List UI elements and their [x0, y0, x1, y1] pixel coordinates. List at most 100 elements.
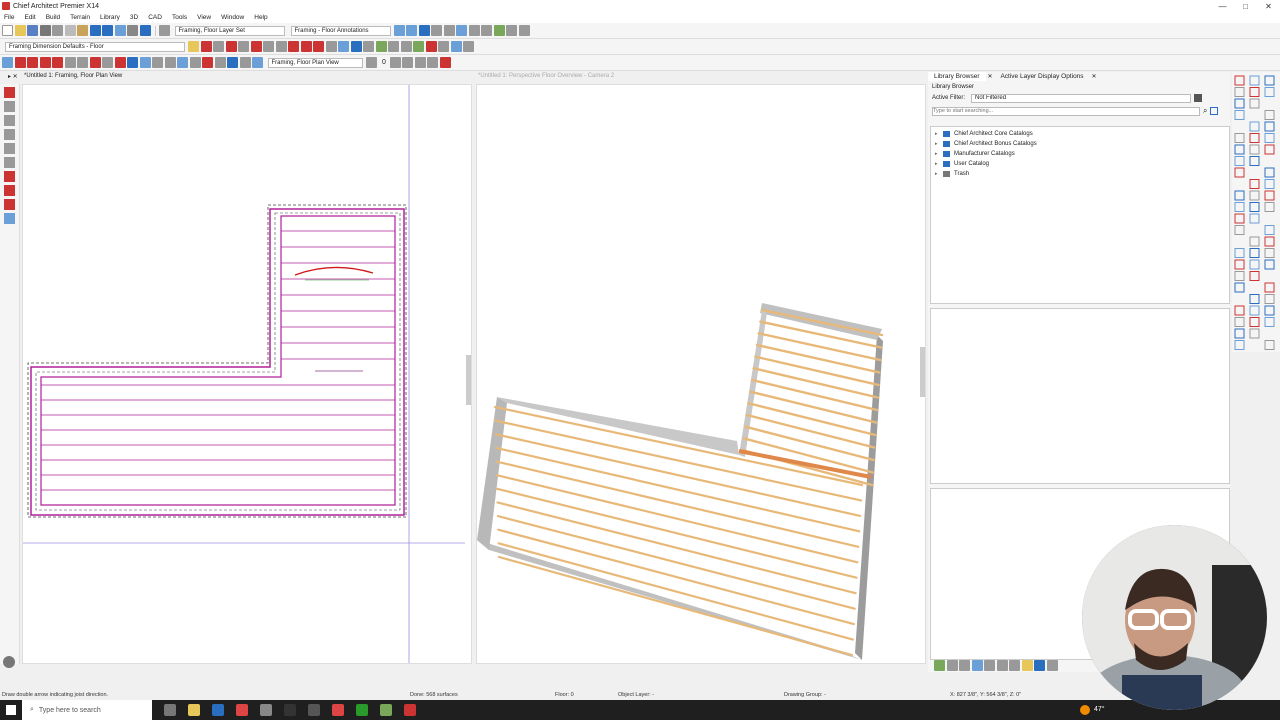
tool-icon[interactable]: [1249, 121, 1260, 132]
fence-icon[interactable]: [189, 57, 201, 68]
tool-icon[interactable]: [1234, 248, 1245, 258]
edge-icon[interactable]: [212, 704, 224, 716]
wall-tool-icon[interactable]: [4, 101, 15, 112]
tool-icon[interactable]: [1264, 225, 1275, 235]
tool-icon[interactable]: [1249, 190, 1260, 201]
chief-architect-taskbar-icon[interactable]: [404, 704, 416, 716]
tool-icon[interactable]: [1234, 305, 1245, 316]
undo-icon[interactable]: [89, 25, 101, 36]
app-icon-6[interactable]: [380, 704, 392, 716]
library-browser-tab[interactable]: Library Browser: [928, 72, 986, 81]
text-icon[interactable]: [200, 41, 212, 52]
tree-item-bonus-catalogs[interactable]: ▸ Chief Architect Bonus Catalogs: [931, 139, 1229, 149]
pointer-icon[interactable]: [2, 57, 13, 68]
layers-icon[interactable]: [338, 41, 349, 52]
filter-icon[interactable]: [1194, 94, 1203, 102]
plan-tab-pin-icon[interactable]: ▸ ✕: [8, 73, 18, 80]
tool-icon[interactable]: [1264, 144, 1275, 155]
stair-icon[interactable]: [152, 57, 163, 68]
lib-settings-icon[interactable]: [1046, 660, 1058, 671]
plan-vertical-scrollbar[interactable]: [466, 355, 471, 405]
menu-build[interactable]: Build: [46, 14, 60, 21]
tool-icon[interactable]: [1264, 202, 1275, 212]
beam-icon[interactable]: [64, 57, 76, 68]
tool-icon[interactable]: [1234, 282, 1245, 293]
lib-grid-icon[interactable]: [1009, 660, 1020, 671]
tool-icon[interactable]: [1234, 98, 1245, 109]
close-layer-tab-icon[interactable]: ✕: [1092, 74, 1097, 80]
polyline-icon[interactable]: [263, 41, 274, 52]
menu-cad[interactable]: CAD: [148, 14, 162, 21]
snap-icon[interactable]: [400, 41, 412, 52]
framing-icon[interactable]: [114, 57, 126, 68]
circle-icon[interactable]: [275, 41, 287, 52]
tree-item-core-catalogs[interactable]: ▸ Chief Architect Core Catalogs: [931, 129, 1229, 139]
settings-icon[interactable]: [518, 25, 530, 36]
tool-icon[interactable]: [1234, 259, 1245, 270]
view-icon[interactable]: [443, 25, 455, 36]
layer-display-tab[interactable]: Active Layer Display Options: [994, 72, 1089, 81]
down-floor-icon[interactable]: [365, 57, 377, 68]
tool-icon[interactable]: [468, 25, 480, 36]
taskbar-search[interactable]: ⌕ Type here to search: [22, 700, 152, 720]
window-tool-icon[interactable]: [463, 41, 474, 52]
perspective-view-tab[interactable]: *Untitled 1: Perspective Floor Overview …: [478, 73, 614, 79]
right-toolbar-icons[interactable]: [1232, 72, 1280, 352]
window-tool-left-icon[interactable]: [4, 157, 15, 168]
select-objects-icon[interactable]: [4, 87, 15, 98]
close-shape-icon[interactable]: [250, 41, 262, 52]
tool-icon[interactable]: [1234, 225, 1245, 235]
line-icon[interactable]: [238, 41, 249, 52]
dimension-icon[interactable]: [225, 41, 237, 52]
roof-icon[interactable]: [139, 57, 151, 68]
print-icon[interactable]: [39, 25, 51, 36]
tool-icon[interactable]: [1264, 190, 1275, 201]
tool-icon[interactable]: [1249, 259, 1260, 270]
close-library-tab-icon[interactable]: ✕: [987, 74, 992, 80]
walls-icon[interactable]: [393, 25, 405, 36]
menu-view[interactable]: View: [197, 14, 211, 21]
app-icon-1[interactable]: [260, 704, 272, 716]
tree-item-user-catalog[interactable]: ▸ User Catalog: [931, 159, 1229, 169]
lock-icon[interactable]: [481, 25, 492, 36]
menu-tools[interactable]: Tools: [172, 14, 187, 21]
minimize-button[interactable]: —: [1211, 2, 1234, 11]
roof-tool-icon[interactable]: [4, 185, 15, 196]
up-floor-icon[interactable]: [389, 57, 401, 68]
tool-icon[interactable]: [1264, 179, 1275, 189]
box-icon[interactable]: [313, 41, 324, 52]
tool-icon[interactable]: [1234, 340, 1245, 350]
maximize-button[interactable]: □: [1234, 2, 1257, 11]
tool-icon[interactable]: [1249, 144, 1260, 155]
ceiling-icon[interactable]: [214, 57, 226, 68]
tool-icon[interactable]: [1249, 271, 1260, 281]
plan-view-tab[interactable]: *Untitled 1: Framing, Floor Plan View: [24, 73, 122, 79]
tool-icon[interactable]: [1264, 87, 1275, 97]
edit-object-icon[interactable]: [14, 57, 26, 68]
tool-icon[interactable]: [1249, 305, 1260, 316]
joist-icon[interactable]: [39, 57, 51, 68]
materials-icon[interactable]: [506, 25, 517, 36]
room-tool-icon[interactable]: [4, 115, 15, 126]
door-tool-icon[interactable]: [4, 143, 15, 154]
cut-icon[interactable]: [52, 25, 63, 36]
lib-list-icon[interactable]: [996, 660, 1008, 671]
lib-place-icon[interactable]: [946, 660, 958, 671]
app-icon-3[interactable]: [308, 704, 320, 716]
tool-icon[interactable]: [1264, 317, 1275, 327]
truss-icon[interactable]: [89, 57, 101, 68]
tool-icon[interactable]: [1264, 282, 1275, 293]
marker-icon[interactable]: [375, 41, 387, 52]
tool-icon[interactable]: [1234, 167, 1245, 178]
tool-icon[interactable]: [1264, 340, 1275, 350]
open-folder-icon[interactable]: [14, 25, 26, 36]
plan-view-canvas[interactable]: [22, 84, 472, 664]
framing-tool-icon[interactable]: [4, 171, 15, 182]
tool-icon[interactable]: [1249, 202, 1260, 212]
plan-icon[interactable]: [406, 25, 417, 36]
lib-view-icon[interactable]: [971, 660, 983, 671]
3d-framing-model[interactable]: [477, 85, 926, 664]
lib-favorite-icon[interactable]: [1021, 660, 1033, 671]
edit-icon[interactable]: [325, 41, 337, 52]
tool-icon[interactable]: [1264, 167, 1275, 178]
